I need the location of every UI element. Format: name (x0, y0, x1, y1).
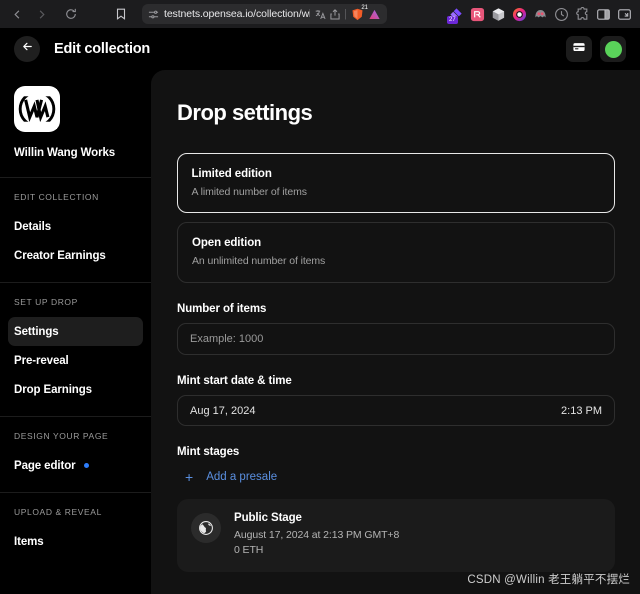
wallet-button[interactable] (566, 36, 592, 62)
add-presale-button[interactable]: + Add a presale (185, 470, 615, 484)
browser-reload-icon[interactable] (60, 3, 82, 25)
rarible-extension-icon[interactable] (470, 7, 485, 22)
site-settings-icon[interactable] (148, 9, 159, 20)
mint-start-label: Mint start date & time (177, 375, 615, 387)
sidebar-toggle-icon[interactable] (596, 7, 611, 22)
option-title: Limited edition (192, 168, 601, 180)
sidebar-brand: Willin Wang Works (0, 70, 151, 178)
clock-extension-icon[interactable] (554, 7, 569, 22)
mint-start-time-value[interactable]: 2:13 PM (561, 405, 602, 417)
triangle-extension-icon[interactable] (368, 8, 381, 21)
address-bar[interactable]: testnets.opensea.io/collection/willin-w.… (142, 4, 387, 24)
toolbar-divider: | (344, 8, 347, 20)
sidebar-group-design-your-page: DESIGN YOUR PAGE Page editor (0, 417, 151, 493)
url-text: testnets.opensea.io/collection/willin-w.… (164, 8, 310, 20)
extension-toolbar: 27 (449, 7, 634, 22)
collection-logo (14, 86, 60, 132)
option-title: Open edition (192, 237, 600, 249)
unread-dot-icon (84, 463, 89, 468)
sidebar-item-items[interactable]: Items (8, 527, 143, 556)
option-subtitle: A limited number of items (192, 186, 601, 198)
sidebar-group-heading: SET UP DROP (0, 297, 151, 307)
translate-icon[interactable] (315, 9, 326, 20)
mint-stage-price: 0 ETH (234, 543, 399, 558)
app-body: Willin Wang Works EDIT COLLECTION Detail… (0, 70, 640, 594)
sidebar-group-upload-reveal: UPLOAD & REVEAL Items (0, 493, 151, 568)
page-title: Drop settings (177, 100, 615, 126)
arrow-left-icon (21, 40, 34, 58)
globe-icon (191, 513, 221, 543)
bookmark-icon[interactable] (110, 3, 132, 25)
sidebar-item-details[interactable]: Details (8, 212, 143, 241)
sidebar-group-set-up-drop: SET UP DROP Settings Pre-reveal Drop Ear… (0, 283, 151, 417)
browser-toolbar: testnets.opensea.io/collection/willin-w.… (0, 0, 640, 28)
tab-overview-icon[interactable] (617, 7, 632, 22)
cube-extension-icon[interactable] (491, 7, 506, 22)
browser-back-icon[interactable] (6, 3, 28, 25)
main-content: Drop settings Limited edition A limited … (151, 70, 640, 594)
watermark-text: CSDN @Willin 老王躺平不摆烂 (467, 571, 630, 587)
header-actions (566, 36, 626, 62)
mint-stage-details: Public Stage August 17, 2024 at 2:13 PM … (234, 512, 399, 558)
avatar (605, 41, 622, 58)
number-of-items-label: Number of items (177, 303, 615, 315)
sidebar-item-label: Creator Earnings (14, 250, 106, 262)
back-button[interactable] (14, 36, 40, 62)
profile-avatar-button[interactable] (600, 36, 626, 62)
sidebar: Willin Wang Works EDIT COLLECTION Detail… (0, 70, 151, 594)
browser-forward-icon[interactable] (30, 3, 52, 25)
sidebar-item-drop-earnings[interactable]: Drop Earnings (8, 375, 143, 404)
option-card-open-edition[interactable]: Open edition An unlimited number of item… (177, 222, 615, 283)
option-card-limited-edition[interactable]: Limited edition A limited number of item… (177, 153, 615, 213)
mint-stage-title: Public Stage (234, 512, 399, 524)
sidebar-item-settings[interactable]: Settings (8, 317, 143, 346)
brave-shields-icon[interactable]: 21 (351, 8, 364, 21)
app-header: Edit collection (0, 28, 640, 70)
wallet-extension-icon[interactable]: 27 (449, 7, 464, 22)
gradient-extension-icon[interactable] (512, 7, 527, 22)
sidebar-item-label: Pre-reveal (14, 355, 69, 367)
sidebar-group-heading: DESIGN YOUR PAGE (0, 431, 151, 441)
number-of-items-input[interactable] (177, 323, 615, 355)
mint-start-date-value[interactable]: Aug 17, 2024 (190, 405, 255, 417)
sidebar-group-heading: EDIT COLLECTION (0, 192, 151, 202)
mint-stages-label: Mint stages (177, 446, 615, 458)
mint-start-datetime-field[interactable]: Aug 17, 2024 2:13 PM (177, 395, 615, 426)
sidebar-item-page-editor[interactable]: Page editor (8, 451, 143, 480)
sidebar-item-label: Details (14, 221, 51, 233)
add-presale-label: Add a presale (206, 471, 277, 483)
sidebar-group-heading: UPLOAD & REVEAL (0, 507, 151, 517)
option-subtitle: An unlimited number of items (192, 255, 600, 267)
sidebar-item-creator-earnings[interactable]: Creator Earnings (8, 241, 143, 270)
wallet-icon (572, 40, 586, 59)
sidebar-item-label: Items (14, 536, 44, 548)
ww-monogram-icon (17, 89, 57, 129)
ghost-extension-icon[interactable] (533, 7, 548, 22)
sidebar-item-pre-reveal[interactable]: Pre-reveal (8, 346, 143, 375)
plus-icon: + (185, 470, 193, 484)
collection-name: Willin Wang Works (14, 147, 137, 159)
brave-badge: 21 (361, 5, 368, 12)
wallet-badge: 27 (447, 16, 458, 24)
sidebar-item-label: Page editor (14, 460, 76, 472)
mint-stage-datetime: August 17, 2024 at 2:13 PM GMT+8 (234, 528, 399, 543)
sidebar-item-label: Drop Earnings (14, 384, 92, 396)
mint-stage-row[interactable]: Public Stage August 17, 2024 at 2:13 PM … (177, 499, 615, 572)
sidebar-group-edit-collection: EDIT COLLECTION Details Creator Earnings (0, 178, 151, 283)
page-header-title: Edit collection (54, 41, 150, 57)
sidebar-item-label: Settings (14, 326, 59, 338)
puzzle-extension-icon[interactable] (575, 7, 590, 22)
share-icon[interactable] (330, 9, 340, 20)
